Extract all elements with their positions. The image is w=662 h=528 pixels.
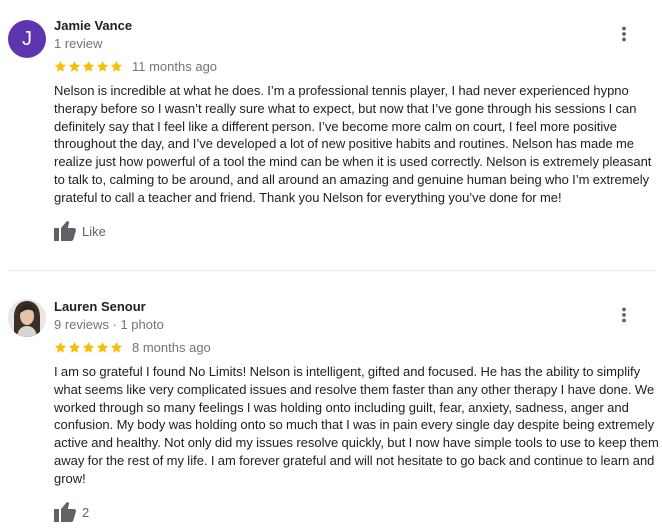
star-icon [68,60,81,72]
avatar[interactable] [8,299,46,337]
like-count: 2 [82,504,90,520]
like-button[interactable]: Like [53,219,106,243]
reviewer-meta: 9 reviews · 1 photo [54,317,164,332]
star-icon [54,60,67,72]
thumb-up-icon [54,502,76,522]
reviewer-name[interactable]: Jamie Vance [54,18,132,33]
thumb-up-icon [54,221,76,241]
reviewer-name[interactable]: Lauren Senour [54,299,146,314]
more-options-button[interactable] [612,22,636,46]
more-options-button[interactable] [612,303,636,327]
star-icon [82,341,95,353]
review-card: J Jamie Vance 1 review 11 months ago Nel… [0,0,662,270]
reviewer-meta: 1 review [54,36,103,51]
star-icon [110,60,123,72]
review-text: I am so grateful I found No Limits! Nels… [54,364,659,486]
more-vert-icon [622,307,626,323]
divider [8,270,656,271]
star-icon [96,341,109,353]
review-text: Nelson is incredible at what he does. I’… [54,83,652,205]
star-icon [54,341,67,353]
rating-row: 11 months ago [54,58,217,74]
profile-photo [8,299,46,337]
like-label: Like [82,223,106,239]
review-card: Lauren Senour 9 reviews · 1 photo 8 mont… [0,281,662,528]
star-rating [54,60,123,73]
star-icon [82,60,95,72]
avatar[interactable]: J [8,20,46,58]
rating-row: 8 months ago [54,339,211,355]
review-date: 8 months ago [132,339,211,355]
like-button[interactable]: 2 [53,500,89,524]
star-rating [54,341,123,354]
more-vert-icon [622,26,626,42]
star-icon [110,341,123,353]
star-icon [96,60,109,72]
review-date: 11 months ago [132,58,218,74]
star-icon [68,341,81,353]
